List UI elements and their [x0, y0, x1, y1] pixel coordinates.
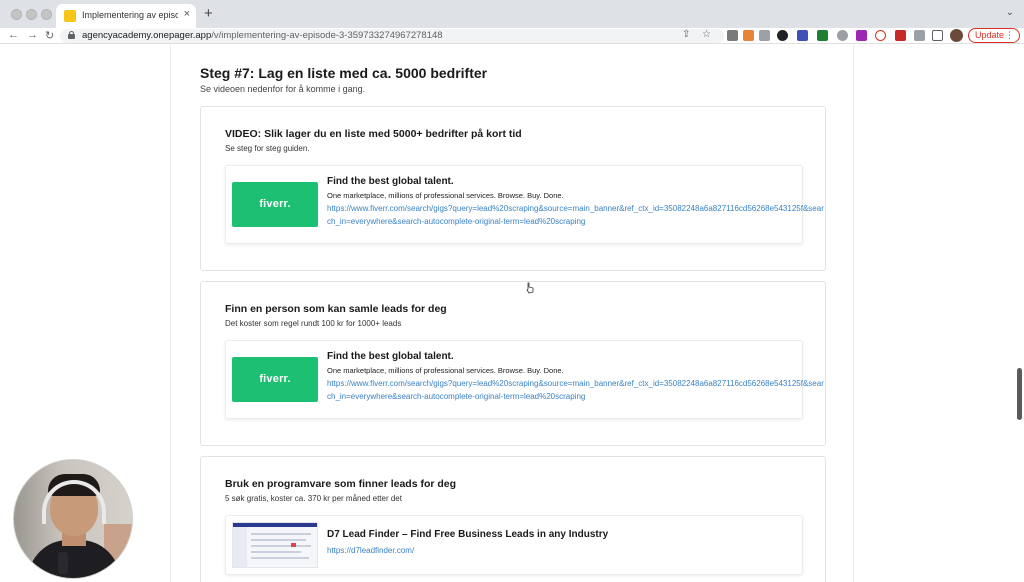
link-preview-embed[interactable]: D7 Lead Finder – Find Free Business Lead…: [225, 515, 803, 575]
metamask-extension-icon[interactable]: [743, 30, 754, 41]
embed-description: One marketplace, millions of professiona…: [327, 366, 564, 375]
tab-favicon-icon: [64, 10, 76, 22]
extension-icon[interactable]: [759, 30, 770, 41]
card-title: VIDEO: Slik lager du en liste med 5000+ …: [225, 128, 522, 140]
url-path: /v/implementering-av-episode-3-359733274…: [211, 30, 443, 41]
bookmark-star-icon[interactable]: ☆: [702, 29, 711, 40]
fiverr-thumbnail: fiverr.: [232, 357, 318, 402]
tab-close-icon[interactable]: ×: [184, 8, 190, 20]
forward-button[interactable]: →: [27, 29, 38, 41]
fiverr-logo: fiverr.: [259, 373, 291, 385]
video-card: VIDEO: Slik lager du en liste med 5000+ …: [200, 106, 826, 271]
lock-icon: [68, 31, 75, 39]
embed-link[interactable]: https://d7leadfinder.com/: [327, 545, 827, 558]
browser-tab-bar: Implementering av episode 3 × + ⌄: [0, 0, 1024, 28]
page-scrollbar-thumb[interactable]: [1017, 368, 1022, 420]
browser-toolbar: ← → ↻ agencyacademy.onepager.app/v/imple…: [0, 28, 1024, 44]
card-title: Bruk en programvare som finner leads for…: [225, 478, 457, 490]
tab-title: Implementering av episode 3: [82, 10, 178, 20]
embed-title: Find the best global talent.: [327, 351, 454, 362]
url-host: agencyacademy.onepager.app: [82, 30, 212, 41]
profile-avatar[interactable]: [950, 29, 963, 42]
hand-cursor-icon: [526, 282, 534, 294]
step-subtitle: Se videoen nedenfor for å komme i gang.: [200, 84, 366, 94]
freelancer-card: Finn en person som kan samle leads for d…: [200, 281, 826, 446]
browser-tab[interactable]: Implementering av episode 3 ×: [56, 4, 196, 28]
card-title: Finn en person som kan samle leads for d…: [225, 303, 447, 315]
more-menu-icon[interactable]: ⋮: [1005, 29, 1014, 42]
d7-thumbnail: [232, 522, 318, 568]
embed-link[interactable]: https://www.fiverr.com/search/gigs?query…: [327, 378, 827, 403]
side-panel-icon[interactable]: [932, 30, 943, 41]
window-minimize-button[interactable]: [26, 9, 37, 20]
url-text[interactable]: agencyacademy.onepager.app/v/implementer…: [82, 30, 443, 41]
camera-extension-icon[interactable]: [727, 30, 738, 41]
webcam-overlay: [13, 459, 133, 579]
embed-link[interactable]: https://www.fiverr.com/search/gigs?query…: [327, 203, 827, 228]
update-button[interactable]: Update ⋮: [968, 28, 1020, 43]
extension-pdf-icon[interactable]: [895, 30, 906, 41]
window-zoom-button[interactable]: [41, 9, 52, 20]
fiverr-logo: fiverr.: [259, 198, 291, 210]
window-close-button[interactable]: [11, 9, 22, 20]
extension-green-icon[interactable]: [817, 30, 828, 41]
card-subtitle: Se steg for steg guiden.: [225, 144, 310, 153]
new-tab-button[interactable]: +: [204, 5, 213, 22]
address-bar[interactable]: agencyacademy.onepager.app/v/implementer…: [60, 29, 724, 43]
step-title: Steg #7: Lag en liste med ca. 5000 bedri…: [200, 65, 488, 81]
software-card: Bruk en programvare som finner leads for…: [200, 456, 826, 582]
card-subtitle: Det koster som regel rundt 100 kr for 10…: [225, 319, 402, 328]
back-button[interactable]: ←: [8, 29, 19, 41]
embed-title: D7 Lead Finder – Find Free Business Lead…: [327, 529, 609, 540]
link-preview-embed[interactable]: fiverr. Find the best global talent. One…: [225, 340, 824, 419]
update-label: Update: [975, 30, 1005, 40]
extensions-puzzle-icon[interactable]: [914, 30, 925, 41]
extension-circle-icon[interactable]: [777, 30, 788, 41]
reload-button[interactable]: ↻: [45, 29, 54, 42]
embed-title: Find the best global talent.: [327, 176, 454, 187]
extension-red-icon[interactable]: [875, 30, 886, 41]
card-subtitle: 5 søk gratis, koster ca. 370 kr per måne…: [225, 494, 402, 503]
link-preview-embed[interactable]: fiverr. Find the best global talent. One…: [225, 165, 824, 244]
extension-globe-icon[interactable]: [837, 30, 848, 41]
extension-badge-icon[interactable]: [797, 30, 808, 41]
content-column: Steg #7: Lag en liste med ca. 5000 bedri…: [170, 45, 854, 582]
share-icon[interactable]: ⇪: [682, 29, 690, 40]
page-viewport: Steg #7: Lag en liste med ca. 5000 bedri…: [0, 45, 1024, 582]
extension-purple-icon[interactable]: [856, 30, 867, 41]
embed-description: One marketplace, millions of professiona…: [327, 191, 564, 200]
fiverr-thumbnail: fiverr.: [232, 182, 318, 227]
tab-search-menu-icon[interactable]: ⌄: [1006, 7, 1014, 18]
